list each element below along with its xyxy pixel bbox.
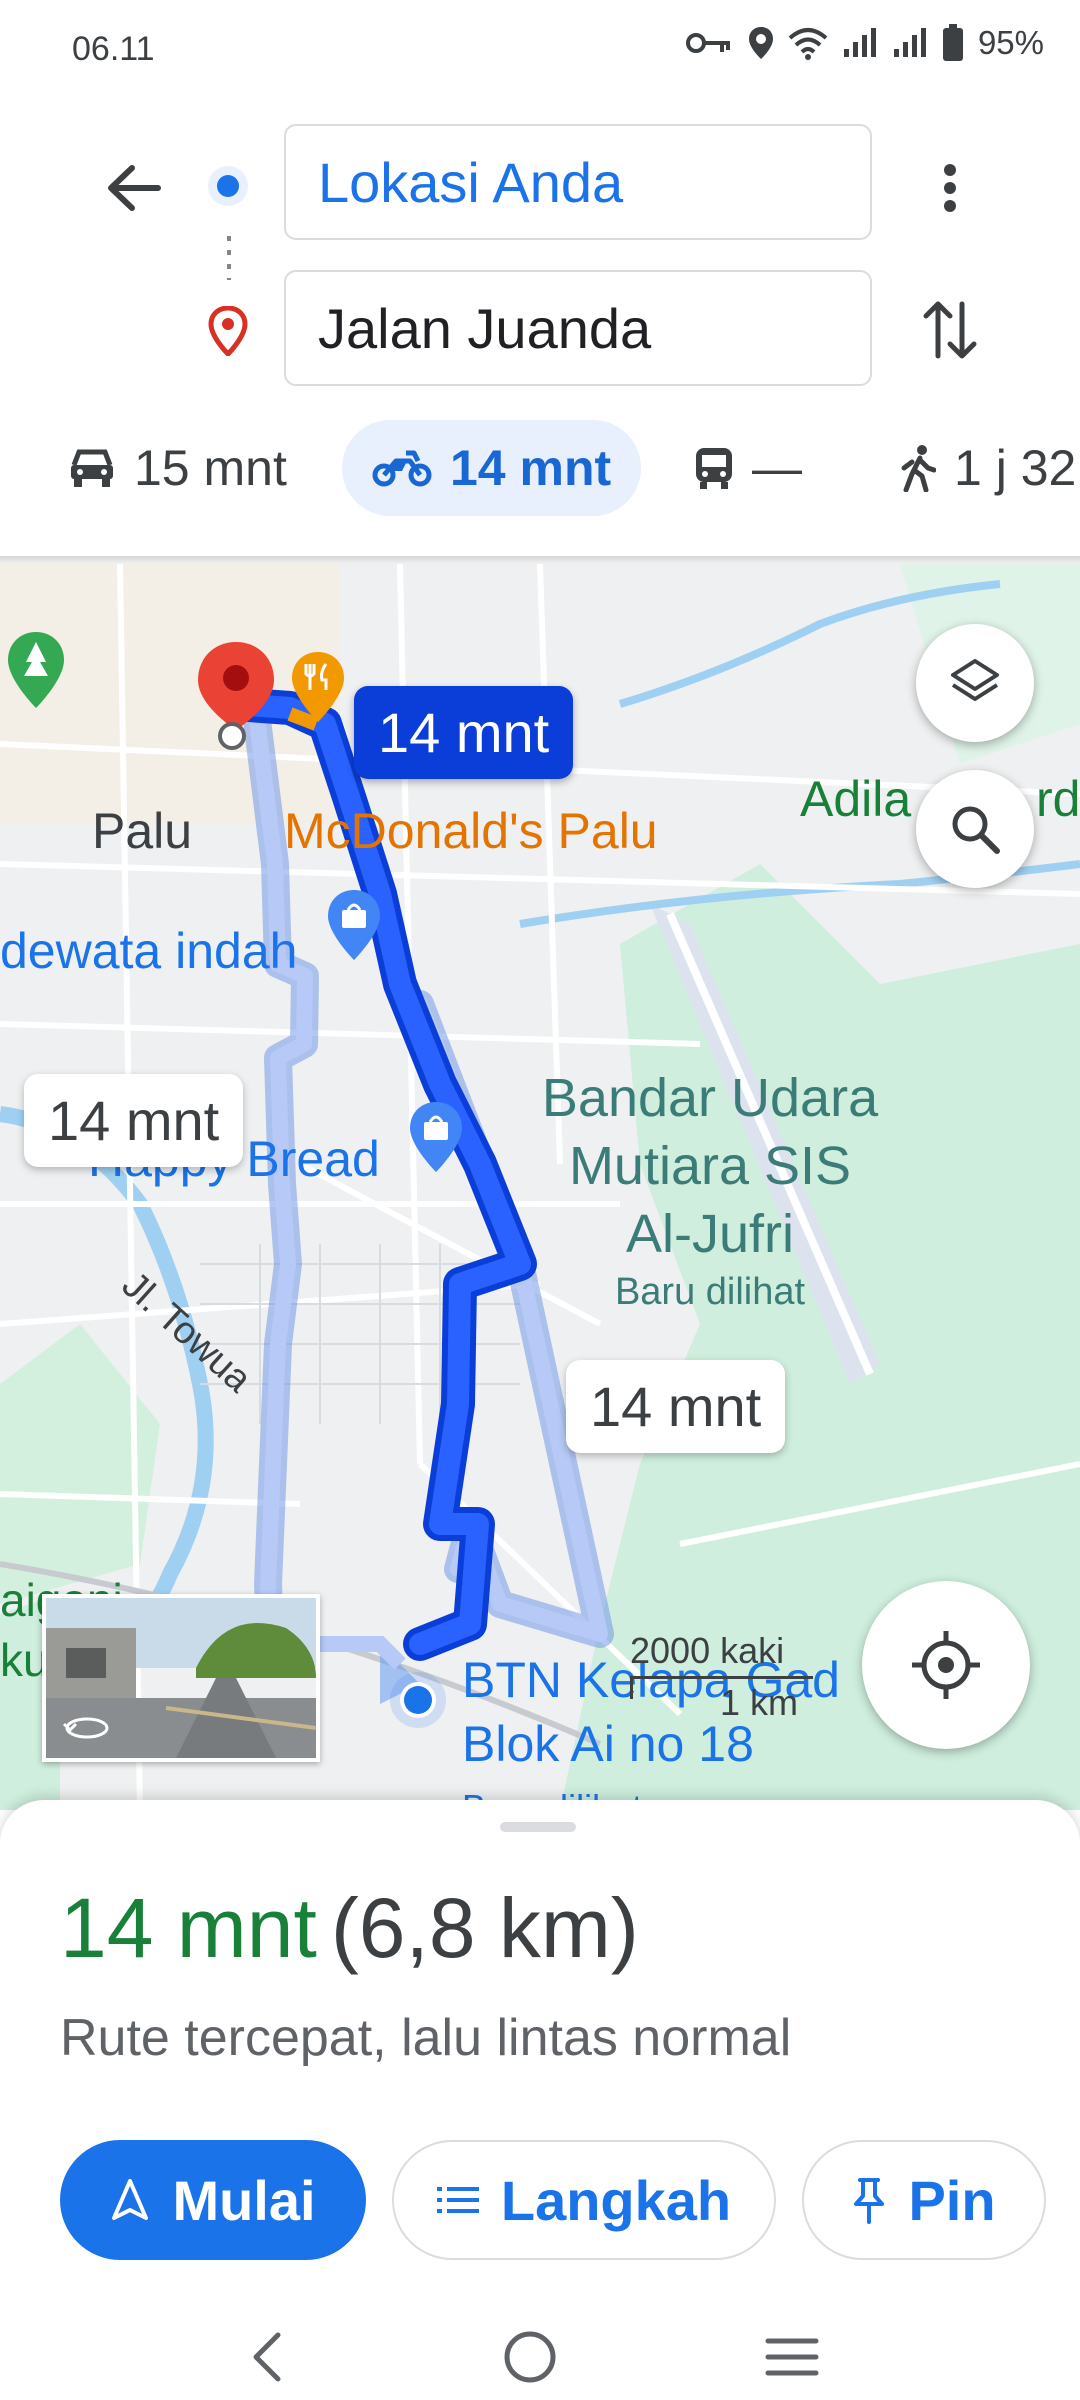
status-time: 06.11 bbox=[72, 30, 155, 68]
sheet-drag-handle[interactable] bbox=[500, 1822, 576, 1832]
destination-pin-icon bbox=[208, 305, 248, 361]
place-label-adila-tail: rd bbox=[1036, 771, 1080, 827]
transit-icon bbox=[696, 448, 732, 489]
restaurant-pin-icon[interactable] bbox=[290, 650, 346, 726]
origin-dot-icon bbox=[208, 166, 248, 206]
start-navigation-button[interactable]: Mulai bbox=[60, 2140, 366, 2260]
shopping-pin-icon[interactable] bbox=[326, 888, 382, 964]
route-distance: (6,8 km) bbox=[330, 1881, 639, 1975]
airport-name-line: Bandar Udara bbox=[541, 1068, 879, 1128]
mode-tab-label: 1 j 32 bbox=[954, 440, 1077, 496]
location-icon bbox=[748, 27, 773, 59]
nav-back-button[interactable] bbox=[226, 2322, 306, 2392]
shopping-pin-icon[interactable] bbox=[408, 1100, 464, 1176]
pushpin-icon bbox=[854, 2178, 885, 2224]
more-options-button[interactable] bbox=[912, 150, 988, 226]
route-description: Rute tercepat, lalu lintas normal bbox=[60, 2009, 792, 2067]
rotate-360-icon bbox=[62, 1717, 109, 1739]
navigation-arrow-icon bbox=[112, 2179, 149, 2220]
steps-button[interactable]: Langkah bbox=[392, 2140, 776, 2260]
battery-icon bbox=[942, 24, 963, 61]
place-label-dewata[interactable]: dewata indah bbox=[0, 922, 297, 980]
list-icon bbox=[436, 2187, 479, 2213]
pin-route-button[interactable]: Pin bbox=[802, 2140, 1046, 2260]
route-summary: 14 mnt (6,8 km) bbox=[60, 1880, 639, 1977]
airport-name-line: Al-Jufri bbox=[625, 1204, 794, 1264]
steps-label: Langkah bbox=[500, 2168, 732, 2232]
mode-tab-label: 15 mnt bbox=[134, 440, 287, 496]
mode-tab-transit[interactable]: — bbox=[694, 420, 802, 516]
origin-field[interactable]: Lokasi Anda bbox=[284, 124, 872, 240]
chevron-left-icon bbox=[253, 2332, 281, 2382]
route-connector bbox=[227, 236, 231, 280]
start-label: Mulai bbox=[172, 2168, 316, 2232]
walk-icon bbox=[901, 445, 936, 492]
park-pin-icon[interactable] bbox=[6, 630, 66, 710]
back-button[interactable] bbox=[96, 150, 172, 226]
wifi-icon bbox=[788, 28, 828, 60]
place-label-adila[interactable]: Adila bbox=[800, 770, 911, 828]
scale-km: 1 km bbox=[720, 1682, 799, 1723]
airport-name-line: Mutiara SIS bbox=[568, 1136, 852, 1196]
route-label-selected[interactable]: 14 mnt bbox=[354, 686, 574, 779]
battery-level: 95% bbox=[977, 24, 1044, 61]
destination-marker-icon[interactable] bbox=[196, 640, 276, 750]
signal-icon bbox=[843, 28, 876, 57]
layers-icon bbox=[951, 659, 999, 701]
route-label-alt-left[interactable]: 14 mnt bbox=[24, 1074, 244, 1167]
place-label-mcdonalds[interactable]: McDonald's Palu bbox=[284, 802, 658, 860]
route-label-alt-right[interactable]: 14 mnt bbox=[566, 1360, 786, 1453]
travel-mode-tabs: 15 mnt 14 mnt — 1 j 32 bbox=[0, 420, 1080, 524]
nav-recents-button[interactable] bbox=[752, 2322, 832, 2392]
motorcycle-icon bbox=[372, 450, 432, 487]
place-label-city[interactable]: Palu bbox=[92, 802, 192, 860]
signal-icon bbox=[893, 28, 926, 57]
mode-tab-label: 14 mnt bbox=[450, 440, 612, 496]
street-view-thumbnail[interactable] bbox=[42, 1594, 320, 1762]
layers-button[interactable] bbox=[916, 624, 1034, 742]
mode-tab-label: — bbox=[752, 440, 802, 496]
mode-tab-walk[interactable]: 1 j 32 bbox=[900, 420, 1076, 516]
more-vert-icon bbox=[944, 164, 956, 212]
vpn-key-icon bbox=[685, 33, 730, 53]
status-bar: 06.11 95% bbox=[0, 0, 1080, 100]
home-circle-icon bbox=[504, 2331, 556, 2383]
current-location-icon bbox=[390, 1672, 446, 1728]
recents-menu-icon bbox=[765, 2338, 819, 2376]
swap-locations-button[interactable] bbox=[908, 292, 992, 368]
route-duration: 14 mnt bbox=[60, 1881, 317, 1975]
swap-vert-icon bbox=[923, 301, 977, 359]
destination-field[interactable]: Jalan Juanda bbox=[284, 270, 872, 386]
pin-label: Pin bbox=[908, 2168, 996, 2232]
scale-bar: 2000 kaki 1 km bbox=[630, 1630, 813, 1723]
search-icon bbox=[952, 806, 1000, 854]
nav-home-button[interactable] bbox=[490, 2322, 570, 2392]
map-view[interactable]: Palu McDonald's Palu dewata indah Happy … bbox=[0, 564, 1080, 1810]
system-nav-bar bbox=[0, 2300, 1080, 2400]
car-icon bbox=[71, 449, 113, 487]
mode-tab-motorcycle[interactable]: 14 mnt bbox=[342, 420, 642, 516]
search-along-route-button[interactable] bbox=[916, 770, 1034, 888]
gps-target-icon bbox=[912, 1631, 980, 1699]
status-icons: 95% bbox=[685, 24, 1044, 62]
scale-feet: 2000 kaki bbox=[630, 1630, 785, 1671]
place-label-airport[interactable]: Bandar Udara Mutiara SIS Al-Jufri Baru d… bbox=[510, 1064, 910, 1316]
my-location-button[interactable] bbox=[862, 1581, 1030, 1749]
mode-tab-car[interactable]: 15 mnt bbox=[68, 420, 287, 516]
airport-recent-label: Baru dilihat bbox=[614, 1271, 806, 1313]
arrow-back-icon bbox=[108, 165, 161, 211]
